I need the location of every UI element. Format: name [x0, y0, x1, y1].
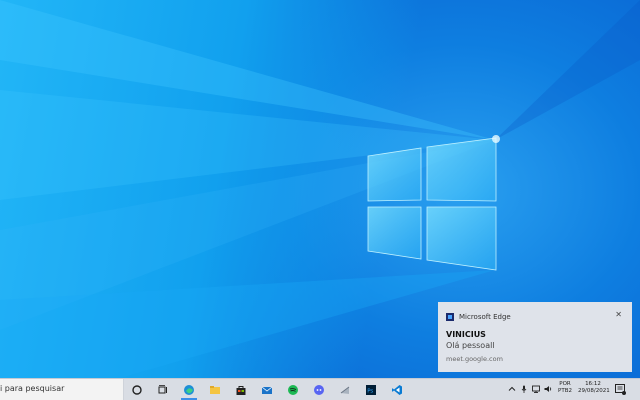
taskbar-app-vscode[interactable] [384, 379, 410, 400]
language-indicator[interactable]: POR PTB2 [554, 381, 576, 395]
task-view-icon [158, 384, 167, 393]
toast-title: VINICIUS [446, 330, 486, 339]
chevron-up-icon[interactable] [507, 384, 517, 394]
taskbar-app-mail[interactable] [254, 379, 280, 400]
microphone-icon[interactable] [519, 384, 529, 394]
toast-message: Olá pessoall [446, 341, 495, 350]
taskbar-app-gray[interactable] [332, 379, 358, 400]
language-line1: POR [559, 381, 571, 387]
volume-icon[interactable] [543, 384, 553, 394]
notification-center-icon[interactable] [614, 383, 626, 395]
photoshop-icon: Ps [366, 384, 376, 395]
taskbar-app-file-explorer[interactable] [202, 379, 228, 400]
taskbar: i para pesquisar Ps POR PTB2 16:12 29/08… [0, 378, 640, 400]
toast-source: meet.google.com [446, 355, 503, 363]
folder-icon [210, 385, 220, 394]
taskbar-app-edge[interactable] [176, 379, 202, 400]
taskbar-app-store[interactable] [228, 379, 254, 400]
edge-icon [184, 384, 194, 395]
notification-toast[interactable]: Microsoft Edge ✕ VINICIUS Olá pessoall m… [438, 302, 632, 372]
clock[interactable]: 16:12 29/08/2021 [578, 381, 610, 395]
toast-header: Microsoft Edge [446, 310, 511, 324]
clock-time: 16:12 [585, 381, 601, 387]
close-icon[interactable]: ✕ [615, 310, 622, 319]
cortana-ring-icon [132, 384, 142, 395]
cortana-button[interactable] [124, 379, 150, 400]
svg-text:Ps: Ps [367, 388, 373, 394]
taskbar-app-discord[interactable] [306, 379, 332, 400]
network-icon[interactable] [531, 384, 541, 394]
store-bag-icon [236, 385, 246, 395]
clock-date: 29/08/2021 [578, 388, 610, 394]
mail-icon [261, 386, 273, 394]
edge-app-icon [446, 313, 454, 321]
task-view-button[interactable] [150, 379, 176, 400]
app-icon [340, 386, 350, 394]
toast-app-name: Microsoft Edge [459, 313, 511, 321]
search-box[interactable]: i para pesquisar [0, 379, 124, 400]
language-line2: PTB2 [558, 388, 572, 394]
taskbar-app-photoshop[interactable]: Ps [358, 379, 384, 400]
search-placeholder: i para pesquisar [0, 384, 65, 393]
spotify-icon [288, 384, 298, 395]
discord-icon [314, 384, 324, 395]
vscode-icon [392, 384, 402, 395]
taskbar-app-spotify[interactable] [280, 379, 306, 400]
